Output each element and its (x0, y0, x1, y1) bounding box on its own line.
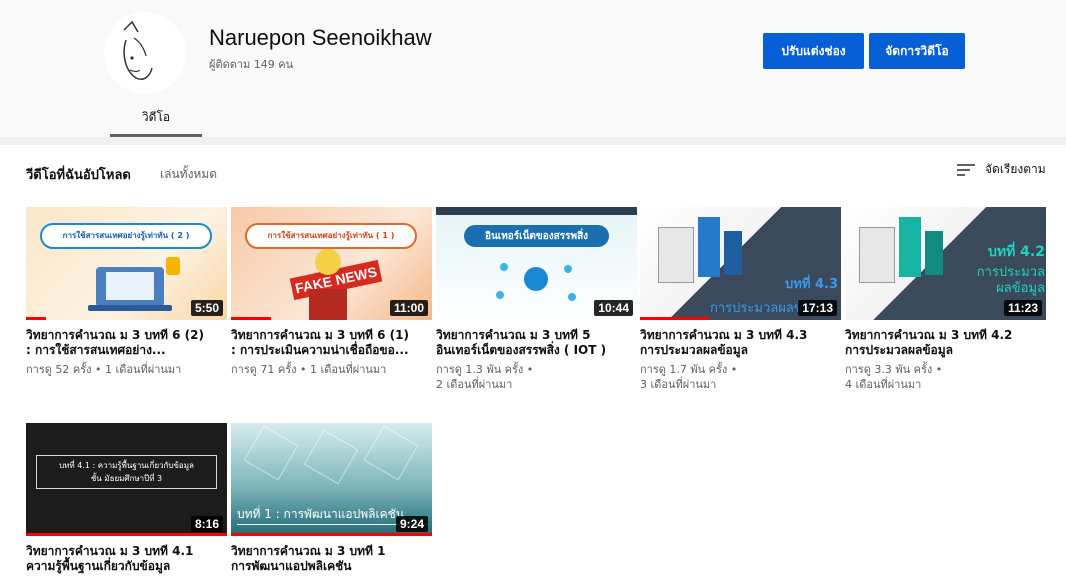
video-title-line: : การใช้สารสนเทศอย่าง... (26, 343, 166, 357)
video-meta: การดู 52 ครั้ง • 1 เดือนที่ผ่านมา (26, 362, 227, 377)
video-duration: 9:24 (395, 516, 428, 532)
sort-icon (957, 163, 975, 177)
video-title-line: วิทยาการคำนวณ ม 3 บทที่ 6 (1) (231, 328, 409, 342)
video-title-line: อินเทอร์เน็ตของสรรพสิ่ง ( IOT ) (436, 343, 607, 357)
video-thumbnail[interactable]: การใช้สารสนเทศอย่างรู้เท่าทัน ( 2 ) 5:50 (26, 207, 227, 320)
video-duration: 10:44 (594, 300, 633, 316)
video-title[interactable]: วิทยาการคำนวณ ม 3 บทที่ 5 อินเทอร์เน็ตขอ… (436, 328, 637, 358)
video-thumbnail[interactable]: อินเทอร์เน็ตของสรรพสิ่ง 10:44 (436, 207, 637, 320)
video-meta-line: การดู 71 ครั้ง • 1 เดือนที่ผ่านมา (231, 363, 387, 376)
channel-name: Naruepon Seenoikhaw (209, 25, 432, 50)
video-meta: การดู 1.3 พัน ครั้ง • 2 เดือนที่ผ่านมา (436, 362, 637, 392)
thumbnail-title: การใช้สารสนเทศอย่างรู้เท่าทัน ( 2 ) (62, 231, 190, 240)
video-title[interactable]: วิทยาการคำนวณ ม 3 บทที่ 4.1 ความรู้พื้นฐ… (26, 544, 227, 574)
thumbnail-title: บทที่ 4.1 : ความรู้พื้นฐานเกี่ยวกับข้อมู… (59, 461, 194, 470)
thumbnail-subtitle: ผลข้อมูล (996, 281, 1045, 296)
video-thumbnail[interactable]: บทที่ 1 : การพัฒนาแอปพลิเคชัน 9:24 (231, 423, 432, 536)
tab-videos[interactable]: วิดีโอ (110, 100, 202, 137)
channel-avatar[interactable] (104, 12, 186, 94)
manage-videos-button[interactable]: จัดการวิดีโอ (869, 33, 965, 69)
subscriber-count: ผู้ติดตาม 149 คน (209, 58, 294, 71)
video-card[interactable]: การใช้สารสนเทศอย่างรู้เท่าทัน ( 2 ) 5:50… (26, 207, 227, 377)
watch-progress-bar (231, 533, 432, 536)
video-title-line: วิทยาการคำนวณ ม 3 บทที่ 4.3 (640, 328, 808, 342)
video-title[interactable]: วิทยาการคำนวณ ม 3 บทที่ 1 การพัฒนาแอปพลิ… (231, 544, 432, 574)
watch-progress-bar (26, 317, 47, 320)
video-card[interactable]: บทที่ 4.2 การประมวล ผลข้อมูล 11:23 วิทยา… (845, 207, 1046, 392)
watch-progress-bar (640, 317, 711, 320)
avatar-sketch-icon (123, 20, 153, 80)
video-title[interactable]: วิทยาการคำนวณ ม 3 บทที่ 4.2 การประมวลผลข… (845, 328, 1046, 358)
video-thumbnail[interactable]: บทที่ 4.2 การประมวล ผลข้อมูล 11:23 (845, 207, 1046, 320)
video-meta-line: 3 เดือนที่ผ่านมา (640, 378, 717, 391)
watch-progress-bar (231, 317, 272, 320)
video-thumbnail[interactable]: บทที่ 4.1 : ความรู้พื้นฐานเกี่ยวกับข้อมู… (26, 423, 227, 536)
video-title[interactable]: วิทยาการคำนวณ ม 3 บทที่ 4.3 การประมวลผลข… (640, 328, 841, 358)
video-duration: 11:00 (389, 300, 428, 316)
video-card[interactable]: อินเทอร์เน็ตของสรรพสิ่ง 10:44 วิทยาการคำ… (436, 207, 637, 392)
video-card[interactable]: บทที่ 1 : การพัฒนาแอปพลิเคชัน 9:24 วิทยา… (231, 423, 432, 574)
video-duration: 17:13 (798, 300, 837, 316)
video-title[interactable]: วิทยาการคำนวณ ม 3 บทที่ 6 (1) : การประเม… (231, 328, 432, 358)
header-divider (0, 137, 1066, 145)
video-meta-line: การดู 52 ครั้ง • 1 เดือนที่ผ่านมา (26, 363, 182, 376)
channel-header: Naruepon Seenoikhaw ผู้ติดตาม 149 คน ปรั… (0, 0, 1066, 137)
video-meta: การดู 71 ครั้ง • 1 เดือนที่ผ่านมา (231, 362, 432, 377)
customize-channel-button[interactable]: ปรับแต่งช่อง (763, 33, 864, 69)
sort-label: จัดเรียงตาม (985, 162, 1046, 176)
video-card[interactable]: บทที่ 4.3 การประมวลผลข้อมูล 17:13 วิทยาก… (640, 207, 841, 392)
video-duration: 8:16 (190, 516, 223, 532)
video-thumbnail[interactable]: บทที่ 4.3 การประมวลผลข้อมูล 17:13 (640, 207, 841, 320)
watch-progress-bar (26, 533, 227, 536)
video-meta-line: การดู 3.3 พัน ครั้ง • (845, 363, 943, 376)
video-title[interactable]: วิทยาการคำนวณ ม 3 บทที่ 6 (2) : การใช้สา… (26, 328, 227, 358)
video-title-line: วิทยาการคำนวณ ม 3 บทที่ 1 (231, 544, 386, 558)
video-meta-line: การดู 1.3 พัน ครั้ง • (436, 363, 534, 376)
video-title-line: การประมวลผลข้อมูล (845, 343, 954, 357)
thumbnail-title: บทที่ 4.2 (987, 244, 1045, 260)
video-meta-line: 2 เดือนที่ผ่านมา (436, 378, 513, 391)
video-duration: 5:50 (190, 300, 223, 316)
video-meta-line: การดู 1.7 พัน ครั้ง • (640, 363, 738, 376)
thumbnail-title: การใช้สารสนเทศอย่างรู้เท่าทัน ( 1 ) (267, 231, 395, 240)
thumbnail-title: บทที่ 4.3 (785, 277, 838, 292)
video-title-line: วิทยาการคำนวณ ม 3 บทที่ 6 (2) (26, 328, 204, 342)
video-title-line: การพัฒนาแอปพลิเคชัน (231, 559, 352, 573)
thumbnail-subtitle: ชั้น มัธยมศึกษาปีที่ 3 (90, 474, 163, 483)
video-duration: 11:23 (1003, 300, 1042, 316)
video-title-line: วิทยาการคำนวณ ม 3 บทที่ 4.2 (845, 328, 1013, 342)
video-meta: การดู 3.3 พัน ครั้ง • 4 เดือนที่ผ่านมา (845, 362, 1046, 392)
video-title-line: : การประเมินความน่าเชื่อถือขอ... (231, 343, 409, 357)
video-title-line: วิทยาการคำนวณ ม 3 บทที่ 5 (436, 328, 591, 342)
play-all-link[interactable]: เล่นทั้งหมด (160, 165, 217, 184)
video-meta-line: 4 เดือนที่ผ่านมา (845, 378, 922, 391)
video-card[interactable]: การใช้สารสนเทศอย่างรู้เท่าทัน ( 1 ) FAKE… (231, 207, 432, 377)
video-title-line: วิทยาการคำนวณ ม 3 บทที่ 4.1 (26, 544, 194, 558)
thumbnail-title: อินเทอร์เน็ตของสรรพสิ่ง (484, 231, 589, 242)
video-card[interactable]: บทที่ 4.1 : ความรู้พื้นฐานเกี่ยวกับข้อมู… (26, 423, 227, 574)
video-title-line: ความรู้พื้นฐานเกี่ยวกับข้อมูล (26, 559, 171, 573)
section-title[interactable]: วีดีโอที่ฉันอัปโหลด (26, 164, 131, 185)
video-thumbnail[interactable]: การใช้สารสนเทศอย่างรู้เท่าทัน ( 1 ) FAKE… (231, 207, 432, 320)
video-title-line: การประมวลผลข้อมูล (640, 343, 749, 357)
sort-by-button[interactable]: จัดเรียงตาม (957, 160, 1046, 179)
video-meta: การดู 1.7 พัน ครั้ง • 3 เดือนที่ผ่านมา (640, 362, 841, 392)
